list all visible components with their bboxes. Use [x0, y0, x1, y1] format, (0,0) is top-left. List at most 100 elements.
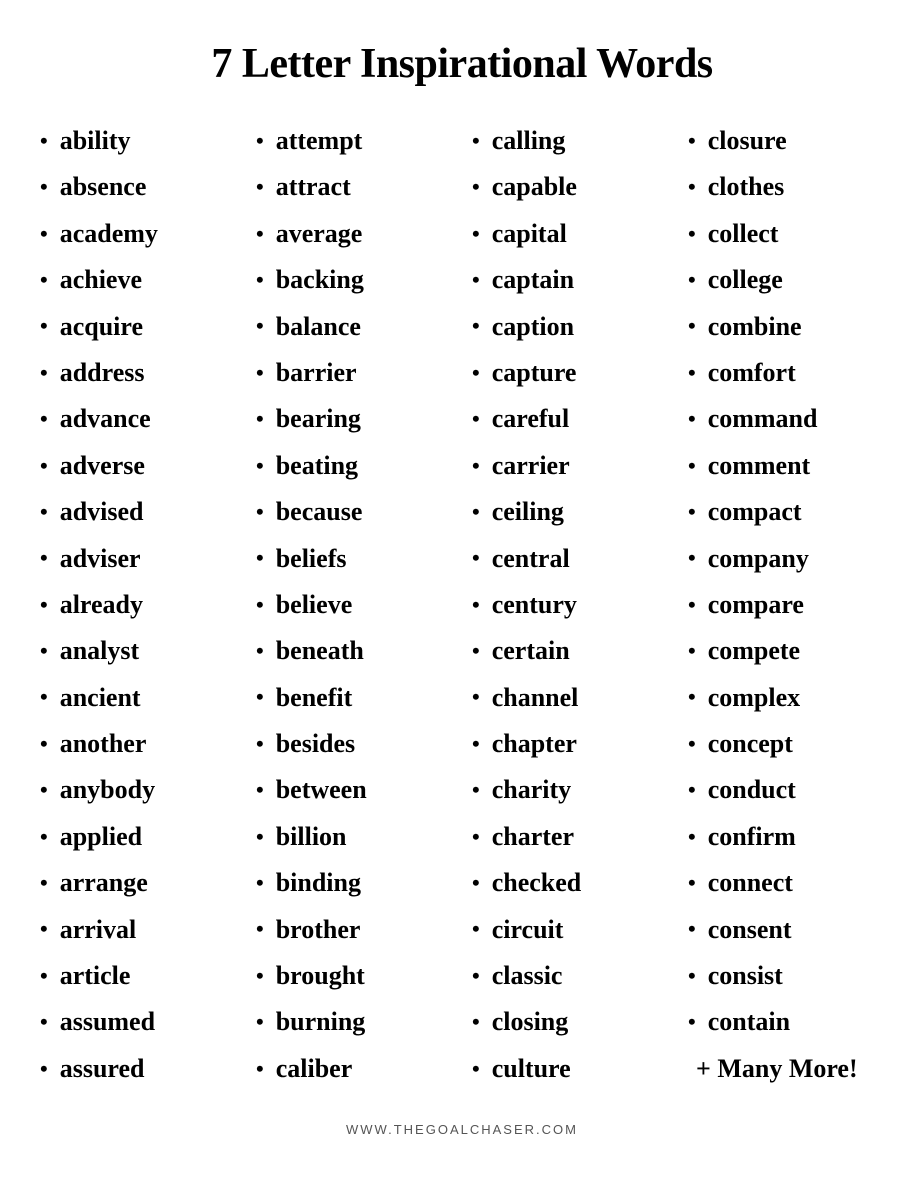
word-text: attract	[276, 169, 351, 205]
word-text: ancient	[60, 680, 141, 716]
list-item: channel	[472, 675, 668, 721]
list-item: caliber	[256, 1046, 452, 1092]
word-text: comment	[708, 448, 811, 484]
word-text: between	[276, 772, 367, 808]
list-item: checked	[472, 860, 668, 906]
list-item: comfort	[688, 350, 884, 396]
list-item: conduct	[688, 767, 884, 813]
page-title: 7 Letter Inspirational Words	[211, 40, 712, 88]
list-item: burning	[256, 999, 452, 1045]
word-text: another	[60, 726, 147, 762]
list-item: achieve	[40, 257, 236, 303]
word-text: adverse	[60, 448, 145, 484]
list-item: ceiling	[472, 489, 668, 535]
word-text: closing	[492, 1004, 569, 1040]
word-text: compact	[708, 494, 802, 530]
word-text: applied	[60, 819, 142, 855]
word-column-1: abilityabsenceacademyachieveacquireaddre…	[30, 118, 246, 1092]
word-text: anybody	[60, 772, 155, 808]
list-item: attract	[256, 164, 452, 210]
word-text: barrier	[276, 355, 357, 391]
list-item: carrier	[472, 443, 668, 489]
list-item: certain	[472, 628, 668, 674]
list-item: connect	[688, 860, 884, 906]
list-item: complex	[688, 675, 884, 721]
word-text: ceiling	[492, 494, 564, 530]
list-item: brother	[256, 907, 452, 953]
word-text: brother	[276, 912, 361, 948]
word-column-3: callingcapablecapitalcaptaincaptioncaptu…	[462, 118, 678, 1092]
word-text: besides	[276, 726, 355, 762]
list-item: calling	[472, 118, 668, 164]
list-item: central	[472, 536, 668, 582]
list-item: college	[688, 257, 884, 303]
word-text: caliber	[276, 1051, 353, 1087]
word-text: absence	[60, 169, 147, 205]
list-item: anybody	[40, 767, 236, 813]
word-text: compare	[708, 587, 804, 623]
word-text: advised	[60, 494, 144, 530]
word-text: already	[60, 587, 143, 623]
word-text: calling	[492, 123, 566, 159]
word-text: consist	[708, 958, 783, 994]
word-text: company	[708, 541, 809, 577]
word-text: confirm	[708, 819, 796, 855]
list-item: benefit	[256, 675, 452, 721]
word-text: attempt	[276, 123, 363, 159]
word-text: checked	[492, 865, 582, 901]
list-item: closure	[688, 118, 884, 164]
list-item: because	[256, 489, 452, 535]
list-item: billion	[256, 814, 452, 860]
word-text: because	[276, 494, 363, 530]
word-text: advance	[60, 401, 151, 437]
word-text: acquire	[60, 309, 143, 345]
list-item: classic	[472, 953, 668, 999]
word-text: backing	[276, 262, 364, 298]
list-item: applied	[40, 814, 236, 860]
word-text: arrival	[60, 912, 137, 948]
word-text: classic	[492, 958, 563, 994]
word-text: binding	[276, 865, 361, 901]
list-item: capable	[472, 164, 668, 210]
word-text: assured	[60, 1051, 145, 1087]
list-item: compare	[688, 582, 884, 628]
list-item: binding	[256, 860, 452, 906]
word-text: charter	[492, 819, 574, 855]
list-item: compact	[688, 489, 884, 535]
list-item: barrier	[256, 350, 452, 396]
list-item: closing	[472, 999, 668, 1045]
word-text: analyst	[60, 633, 139, 669]
word-text: carrier	[492, 448, 570, 484]
list-item: absence	[40, 164, 236, 210]
word-text: charity	[492, 772, 571, 808]
word-text: collect	[708, 216, 779, 252]
list-item: chapter	[472, 721, 668, 767]
list-item: company	[688, 536, 884, 582]
list-item: assured	[40, 1046, 236, 1092]
list-item: address	[40, 350, 236, 396]
word-text: caption	[492, 309, 574, 345]
word-text: academy	[60, 216, 158, 252]
word-text: contain	[708, 1004, 790, 1040]
list-item: advised	[40, 489, 236, 535]
word-text: century	[492, 587, 577, 623]
word-text: beliefs	[276, 541, 347, 577]
list-item: backing	[256, 257, 452, 303]
list-item: comment	[688, 443, 884, 489]
footer-url: WWW.THEGOALCHASER.COM	[346, 1122, 578, 1137]
list-item: advance	[40, 396, 236, 442]
word-text: college	[708, 262, 783, 298]
word-grid: abilityabsenceacademyachieveacquireaddre…	[30, 118, 894, 1092]
word-text: assumed	[60, 1004, 155, 1040]
list-item: arrival	[40, 907, 236, 953]
list-item: consist	[688, 953, 884, 999]
list-item: beneath	[256, 628, 452, 674]
list-item: charity	[472, 767, 668, 813]
word-text: compete	[708, 633, 800, 669]
list-item: careful	[472, 396, 668, 442]
word-text: closure	[708, 123, 787, 159]
list-item: capital	[472, 211, 668, 257]
word-text: concept	[708, 726, 793, 762]
list-item: collect	[688, 211, 884, 257]
word-text: connect	[708, 865, 793, 901]
